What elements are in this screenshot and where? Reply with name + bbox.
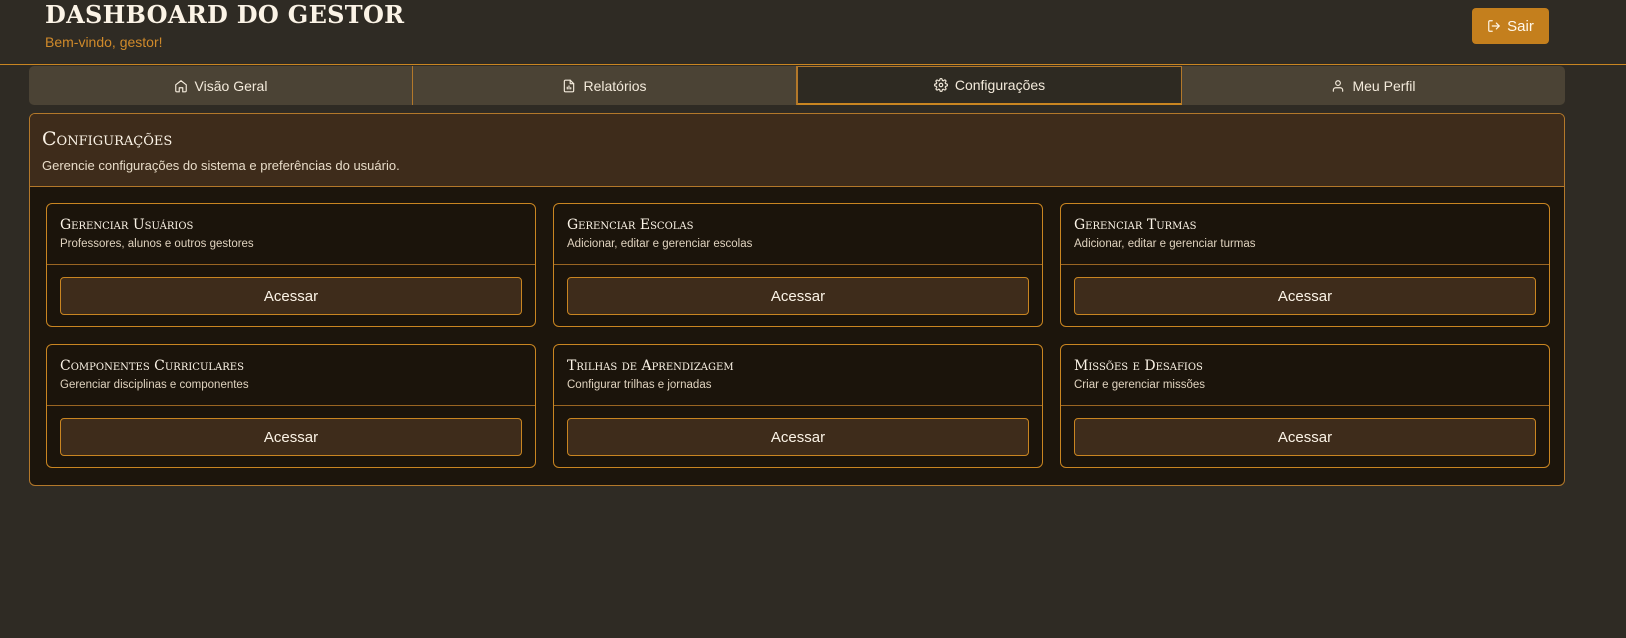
tab-meu-perfil[interactable]: Meu Perfil xyxy=(1182,66,1565,105)
home-icon xyxy=(174,79,187,92)
logout-button[interactable]: Sair xyxy=(1472,8,1549,44)
tab-label: Visão Geral xyxy=(194,77,268,94)
card-title: Trilhas de Aprendizagem xyxy=(567,358,734,374)
tab-label: Configurações xyxy=(954,77,1046,93)
tab-relatorios[interactable]: Relatórios xyxy=(413,66,797,105)
panel-description: Gerencie configurações do sistema e pref… xyxy=(42,158,400,173)
panel-title: Configurações xyxy=(42,128,173,150)
card-description: Adicionar, editar e gerenciar escolas xyxy=(567,238,753,250)
card-title: Gerenciar Usuários xyxy=(60,217,194,233)
access-button[interactable]: Acessar xyxy=(60,418,522,456)
access-button[interactable]: Acessar xyxy=(1074,277,1536,315)
card-description: Configurar trilhas e jornadas xyxy=(567,379,712,391)
card-gerenciar-usuarios: Gerenciar Usuários Professores, alunos e… xyxy=(46,203,536,327)
tab-configuracoes[interactable]: Configurações xyxy=(797,66,1182,105)
app-header: DASHBOARD DO GESTOR Bem-vindo, gestor! S… xyxy=(0,0,1626,65)
page-title: DASHBOARD DO GESTOR xyxy=(45,0,405,29)
card-gerenciar-escolas: Gerenciar Escolas Adicionar, editar e ge… xyxy=(553,203,1043,327)
welcome-text: Bem-vindo, gestor! xyxy=(45,34,163,50)
card-componentes-curriculares: Componentes Curriculares Gerenciar disci… xyxy=(46,344,536,468)
card-description: Adicionar, editar e gerenciar turmas xyxy=(1074,238,1256,250)
card-description: Professores, alunos e outros gestores xyxy=(60,238,254,250)
tab-label: Meu Perfil xyxy=(1352,77,1416,94)
access-button[interactable]: Acessar xyxy=(567,277,1029,315)
file-chart-icon xyxy=(564,79,575,92)
card-description: Gerenciar disciplinas e componentes xyxy=(60,379,249,391)
card-title: Missões e Desafios xyxy=(1074,358,1203,374)
logout-icon xyxy=(1488,20,1500,32)
tab-label: Relatórios xyxy=(583,77,647,94)
user-icon xyxy=(1333,79,1344,92)
card-description: Criar e gerenciar missões xyxy=(1074,379,1206,391)
main-tabs: Visão Geral Relatórios Configurações Meu… xyxy=(29,66,1565,105)
card-title: Componentes Curriculares xyxy=(60,358,244,374)
card-title: Gerenciar Turmas xyxy=(1074,217,1197,233)
access-button[interactable]: Acessar xyxy=(1074,418,1536,456)
card-title: Gerenciar Escolas xyxy=(567,217,694,233)
settings-cards: Gerenciar Usuários Professores, alunos e… xyxy=(46,203,1552,468)
access-button[interactable]: Acessar xyxy=(60,277,522,315)
panel-header: Configurações Gerencie configurações do … xyxy=(30,114,1564,187)
logout-label: Sair xyxy=(1507,17,1534,35)
access-button[interactable]: Acessar xyxy=(567,418,1029,456)
card-missoes-e-desafios: Missões e Desafios Criar e gerenciar mis… xyxy=(1060,344,1550,468)
gear-icon xyxy=(933,78,948,92)
card-trilhas-de-aprendizagem: Trilhas de Aprendizagem Configurar trilh… xyxy=(553,344,1043,468)
tab-visao-geral[interactable]: Visão Geral xyxy=(29,66,413,105)
settings-panel: Configurações Gerencie configurações do … xyxy=(29,113,1565,486)
card-gerenciar-turmas: Gerenciar Turmas Adicionar, editar e ger… xyxy=(1060,203,1550,327)
